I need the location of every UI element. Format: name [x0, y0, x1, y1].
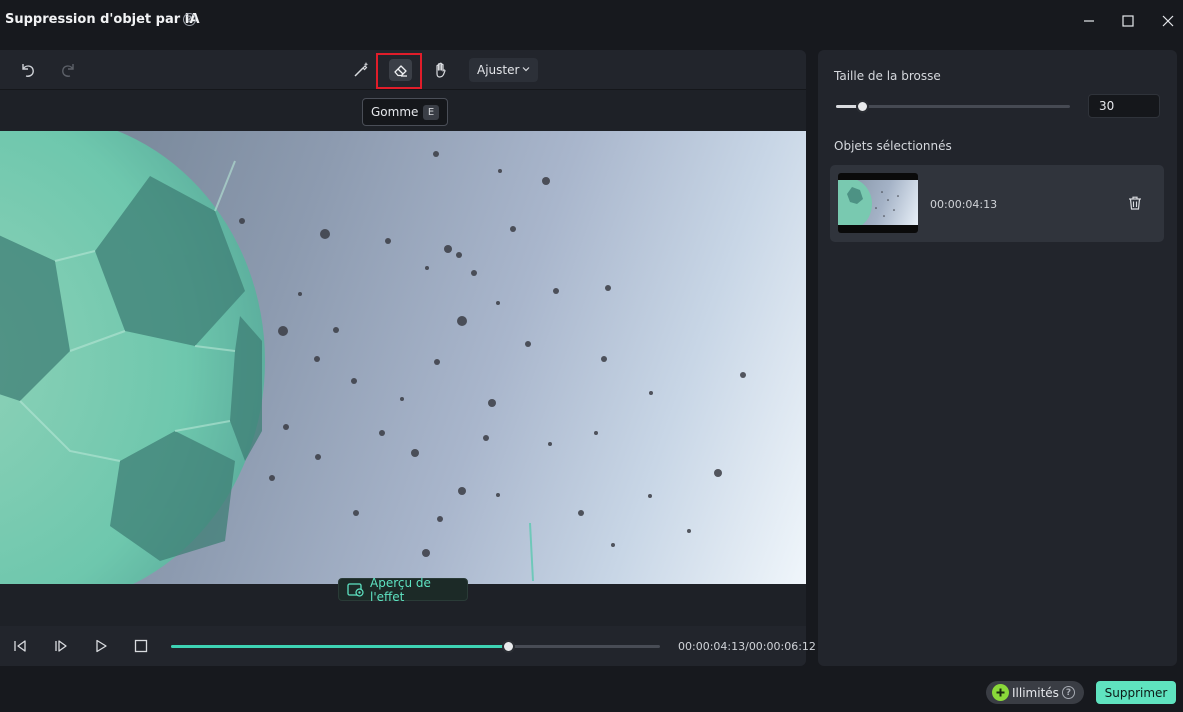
- close-button[interactable]: [1158, 11, 1178, 31]
- help-icon[interactable]: ?: [1062, 686, 1075, 699]
- previous-frame-icon: [14, 640, 26, 652]
- next-frame-button[interactable]: [52, 637, 70, 655]
- video-preview[interactable]: [0, 131, 806, 584]
- next-frame-icon: [55, 640, 67, 652]
- fit-dropdown-label: Ajuster: [477, 63, 520, 77]
- minimize-button[interactable]: [1079, 11, 1099, 31]
- brush-size-label: Taille de la brosse: [834, 69, 941, 83]
- brush-size-input[interactable]: [1088, 94, 1160, 118]
- title-bar: Suppression d'objet par IA ?: [0, 0, 1183, 42]
- effect-preview-button[interactable]: Aperçu de l'effet: [338, 575, 468, 604]
- thumbnail-image: [838, 178, 899, 230]
- delete-object-button[interactable]: [1127, 195, 1143, 215]
- maximize-icon: [1122, 15, 1134, 27]
- play-button[interactable]: [92, 637, 110, 655]
- brush-size-handle[interactable]: [855, 100, 869, 113]
- help-icon[interactable]: ?: [183, 13, 196, 26]
- hand-tool-button[interactable]: [429, 58, 453, 82]
- selected-object-item[interactable]: 00:00:04:13: [830, 165, 1164, 242]
- remove-button[interactable]: Supprimer: [1096, 681, 1176, 704]
- stop-icon: [134, 639, 148, 653]
- previous-frame-button[interactable]: [11, 637, 29, 655]
- undo-button[interactable]: [16, 58, 40, 82]
- effect-preview-label: Aperçu de l'effet: [370, 575, 431, 604]
- settings-panel: Taille de la brosse Objets sélectionnés …: [818, 50, 1177, 666]
- fit-dropdown[interactable]: Ajuster: [469, 58, 538, 82]
- maximize-button[interactable]: [1118, 11, 1138, 31]
- tooltip-shortcut: E: [423, 105, 439, 120]
- eraser-icon: [393, 65, 407, 77]
- magic-brush-icon: [354, 62, 369, 77]
- tooltip-label: Gomme: [371, 105, 419, 119]
- unlimited-badge[interactable]: Illimités ?: [986, 681, 1084, 704]
- playback-progress-fill: [171, 645, 509, 648]
- close-icon: [1162, 15, 1174, 27]
- eraser-button[interactable]: [389, 59, 412, 81]
- play-icon: [96, 639, 107, 653]
- playback-controls: 00:00:04:13/00:00:06:12: [0, 626, 816, 666]
- trash-icon: [1129, 196, 1141, 210]
- window-title: Suppression d'objet par IA: [5, 12, 200, 27]
- magic-brush-button[interactable]: [349, 58, 373, 82]
- eraser-tooltip: Gomme E: [362, 98, 448, 126]
- playback-progress-bar[interactable]: [171, 640, 660, 653]
- redo-icon: [62, 64, 74, 77]
- editor-toolbar: Ajuster: [0, 50, 806, 90]
- object-thumbnail: [838, 173, 918, 233]
- video-frame-image: [0, 131, 746, 584]
- undo-icon: [22, 64, 34, 77]
- brush-size-slider[interactable]: [836, 100, 1070, 113]
- stop-button[interactable]: [132, 637, 150, 655]
- hand-icon: [436, 62, 446, 78]
- unlimited-label: Illimités: [1012, 685, 1059, 700]
- chevron-down-icon: [522, 67, 530, 72]
- editor-panel: Ajuster Gomme E Aperçu de l'effet 00:00:…: [0, 50, 816, 666]
- playback-progress-handle[interactable]: [502, 640, 516, 653]
- preview-effect-icon: [347, 583, 364, 597]
- playback-time: 00:00:04:13/00:00:06:12: [678, 640, 816, 653]
- redo-button[interactable]: [56, 58, 80, 82]
- plus-icon: [992, 684, 1009, 701]
- object-time: 00:00:04:13: [930, 198, 998, 211]
- minimize-icon: [1084, 20, 1094, 22]
- selected-objects-label: Objets sélectionnés: [834, 139, 952, 153]
